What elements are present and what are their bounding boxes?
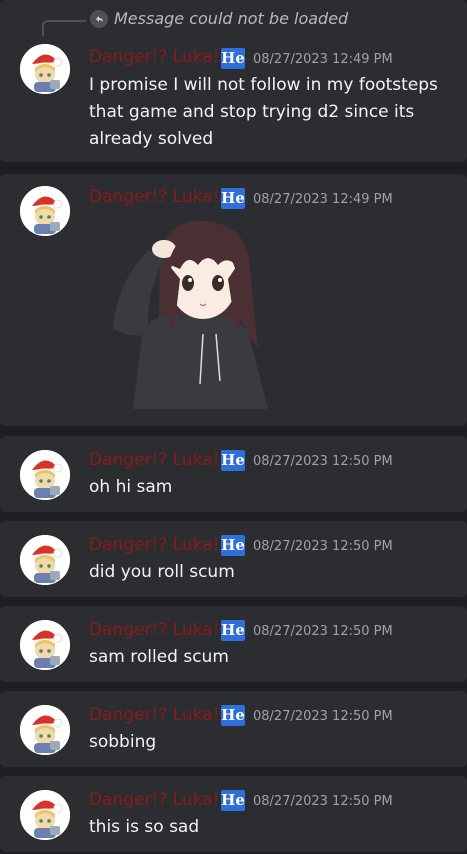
author-name[interactable]: Danger!? Luka! [89, 535, 220, 555]
author-tag-badge: He [221, 188, 245, 209]
avatar[interactable] [20, 186, 70, 236]
avatar[interactable] [20, 535, 70, 585]
author-tag-badge: He [221, 450, 245, 471]
message-text: this is so sad [89, 817, 200, 837]
timestamp: 08/27/2023 12:50 PM [253, 709, 393, 724]
message-text: sam rolled scum [89, 647, 229, 667]
message: Danger!? Luka! He 08/27/2023 12:50 PM sa… [0, 606, 467, 682]
message: Message could not be loaded Danger!? Luk… [0, 0, 467, 162]
timestamp: 08/27/2023 12:50 PM [253, 624, 393, 639]
author-tag-badge: He [221, 48, 245, 69]
message-text: did you roll scum [89, 562, 235, 582]
author-name[interactable]: Danger!? Luka! [89, 450, 220, 470]
timestamp: 08/27/2023 12:50 PM [253, 454, 393, 469]
reply-text: Message could not be loaded [114, 9, 349, 28]
timestamp: 08/27/2023 12:50 PM [253, 539, 393, 554]
author-name[interactable]: Danger!? Luka! [89, 47, 220, 67]
author-tag-badge: He [221, 790, 245, 811]
attached-image[interactable] [108, 209, 273, 414]
author-tag-badge: He [221, 705, 245, 726]
message-text: sobbing [89, 732, 157, 752]
message: Danger!? Luka! He 08/27/2023 12:50 PM th… [0, 776, 467, 852]
reply-connector [42, 20, 86, 36]
avatar[interactable] [20, 705, 70, 755]
author-name[interactable]: Danger!? Luka! [89, 187, 220, 207]
author-name[interactable]: Danger!? Luka! [89, 790, 220, 810]
message-text: I promise I will not follow in my footst… [89, 75, 438, 149]
timestamp: 08/27/2023 12:49 PM [253, 52, 393, 67]
reply-preview[interactable]: Message could not be loaded [0, 8, 467, 36]
timestamp: 08/27/2023 12:49 PM [253, 192, 393, 207]
message: Danger!? Luka! He 08/27/2023 12:50 PM oh… [0, 436, 467, 512]
timestamp: 08/27/2023 12:50 PM [253, 794, 393, 809]
message: Danger!? Luka! He 08/27/2023 12:50 PM so… [0, 691, 467, 767]
avatar[interactable] [20, 44, 70, 94]
message-text: oh hi sam [89, 477, 173, 497]
author-name[interactable]: Danger!? Luka! [89, 620, 220, 640]
author-name[interactable]: Danger!? Luka! [89, 705, 220, 725]
avatar[interactable] [20, 620, 70, 670]
author-tag-badge: He [221, 535, 245, 556]
author-tag-badge: He [221, 620, 245, 641]
reply-arrow-icon [90, 10, 108, 28]
avatar[interactable] [20, 450, 70, 500]
message: Danger!? Luka! He 08/27/2023 12:49 PM [0, 174, 467, 426]
avatar[interactable] [20, 790, 70, 840]
message: Danger!? Luka! He 08/27/2023 12:50 PM di… [0, 521, 467, 597]
